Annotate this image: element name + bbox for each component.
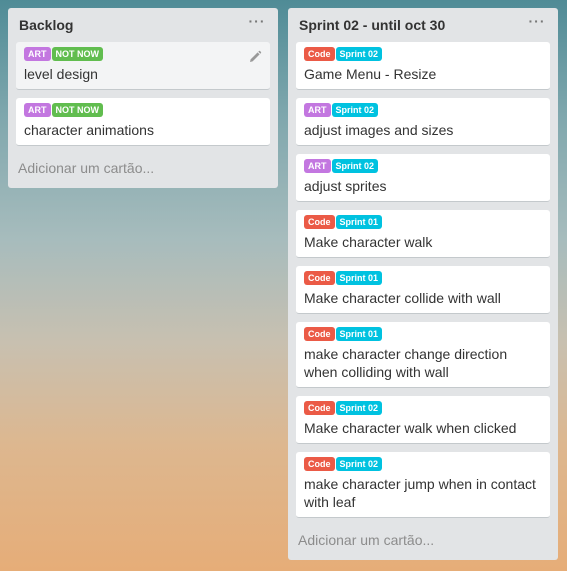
card-container: Code Sprint 02 Game Menu - Resize ART Sprint… xyxy=(296,42,550,518)
card-container: ART NOT NOW level design ART NOT NOW characte… xyxy=(16,42,270,146)
card[interactable]: Code Sprint 02 Make character walk when cl… xyxy=(296,396,550,444)
label-art[interactable]: ART xyxy=(304,103,331,117)
ellipsis-icon[interactable]: ··· xyxy=(526,13,548,29)
card-labels: Code Sprint 02 xyxy=(304,401,542,415)
label-sprint[interactable]: Sprint 02 xyxy=(331,103,379,117)
card-labels: ART Sprint 02 xyxy=(304,103,542,117)
card-title: adjust sprites xyxy=(304,178,387,194)
card-labels: Code Sprint 01 xyxy=(304,327,542,341)
card-labels: Code Sprint 01 xyxy=(304,271,542,285)
card[interactable]: Code Sprint 01 Make character collide with… xyxy=(296,266,550,314)
label-code[interactable]: Code xyxy=(304,457,335,471)
card-labels: Code Sprint 02 xyxy=(304,457,542,471)
card-title: level design xyxy=(24,66,98,82)
label-code[interactable]: Code xyxy=(304,271,335,285)
label-sprint[interactable]: Sprint 02 xyxy=(331,159,379,173)
card[interactable]: ART NOT NOW character animations xyxy=(16,98,270,146)
card-labels: ART NOT NOW xyxy=(24,47,262,61)
card-title: Game Menu - Resize xyxy=(304,66,437,82)
label-sprint[interactable]: Sprint 01 xyxy=(335,271,383,285)
card-labels: Code Sprint 01 xyxy=(304,215,542,229)
card[interactable]: Code Sprint 02 Game Menu - Resize xyxy=(296,42,550,90)
card-labels: ART NOT NOW xyxy=(24,103,262,117)
label-code[interactable]: Code xyxy=(304,215,335,229)
label-code[interactable]: Code xyxy=(304,401,335,415)
card[interactable]: Code Sprint 01 make character change direc… xyxy=(296,322,550,388)
card-title: make character change direction when col… xyxy=(304,346,508,380)
list-title[interactable]: Backlog xyxy=(19,17,73,33)
label-sprint[interactable]: Sprint 02 xyxy=(335,457,383,471)
label-sprint[interactable]: Sprint 01 xyxy=(335,215,383,229)
ellipsis-icon[interactable]: ··· xyxy=(246,13,268,29)
list-header: Backlog ··· xyxy=(16,8,270,42)
list-sprint-02: Sprint 02 - until oct 30 ··· Code Sprint … xyxy=(288,8,558,560)
label-code[interactable]: Code xyxy=(304,327,335,341)
card-title: Make character walk xyxy=(304,234,433,250)
list-title[interactable]: Sprint 02 - until oct 30 xyxy=(299,17,445,33)
label-not-now[interactable]: NOT NOW xyxy=(51,103,103,117)
card[interactable]: ART Sprint 02 adjust images and sizes xyxy=(296,98,550,146)
label-art[interactable]: ART xyxy=(24,47,51,61)
list-backlog: Backlog ··· ART NOT NOW level design ART NOT… xyxy=(8,8,278,188)
label-art[interactable]: ART xyxy=(24,103,51,117)
pencil-icon[interactable] xyxy=(248,50,262,64)
card[interactable]: ART Sprint 02 adjust sprites xyxy=(296,154,550,202)
label-sprint[interactable]: Sprint 01 xyxy=(335,327,383,341)
label-sprint[interactable]: Sprint 02 xyxy=(335,401,383,415)
card-labels: Code Sprint 02 xyxy=(304,47,542,61)
add-card-button[interactable]: Adicionar um cartão... xyxy=(296,526,550,554)
label-art[interactable]: ART xyxy=(304,159,331,173)
card-title: character animations xyxy=(24,122,154,138)
add-card-button[interactable]: Adicionar um cartão... xyxy=(16,154,270,182)
card-title: Make character walk when clicked xyxy=(304,420,517,436)
list-header: Sprint 02 - until oct 30 ··· xyxy=(296,8,550,42)
card-title: Make character collide with wall xyxy=(304,290,501,306)
label-code[interactable]: Code xyxy=(304,47,335,61)
card[interactable]: Code Sprint 02 make character jump when in… xyxy=(296,452,550,518)
card-title: make character jump when in contact with… xyxy=(304,476,536,510)
card-labels: ART Sprint 02 xyxy=(304,159,542,173)
label-sprint[interactable]: Sprint 02 xyxy=(335,47,383,61)
card-title: adjust images and sizes xyxy=(304,122,454,138)
card[interactable]: Code Sprint 01 Make character walk xyxy=(296,210,550,258)
label-not-now[interactable]: NOT NOW xyxy=(51,47,103,61)
card[interactable]: ART NOT NOW level design xyxy=(16,42,270,90)
